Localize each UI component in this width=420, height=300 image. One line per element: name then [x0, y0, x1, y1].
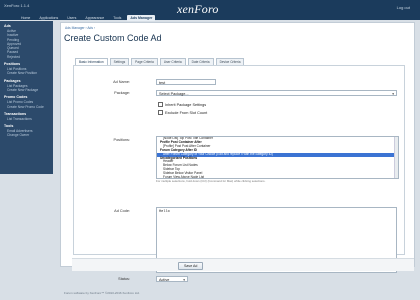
- status-select-value: Active: [159, 278, 170, 282]
- top-bar: XenForo 1.1.4 xenForo Log out Home Applic…: [0, 0, 420, 21]
- footer-copyright: Forum software by XenForo™ ©2010-2016 Xe…: [64, 291, 140, 295]
- nav-tab-ads-manager[interactable]: Ads Manager: [127, 15, 156, 21]
- sidebar-group: Transactions List Transactions: [0, 112, 53, 121]
- ad-name-label: Ad Name:: [113, 80, 130, 84]
- positions-listbox[interactable]: [Node List] Top Post Title Container Prof…: [156, 136, 399, 179]
- breadcrumb[interactable]: Ads Manager › Ads ›: [65, 26, 95, 30]
- sidebar-item[interactable]: Change Owner: [0, 133, 53, 137]
- sidebar-item[interactable]: Create New Position: [0, 71, 53, 75]
- page-title: Create Custom Code Ad: [64, 33, 162, 43]
- checkbox-icon[interactable]: [158, 102, 163, 107]
- status-label: Status:: [118, 277, 130, 281]
- save-ad-button[interactable]: Save Ad: [178, 262, 204, 270]
- sidebar-item[interactable]: Rejected: [0, 55, 53, 59]
- nav-tab-appearance[interactable]: Appearance: [82, 15, 107, 21]
- package-label: Package:: [114, 91, 130, 95]
- nav-tab-users[interactable]: Users: [64, 15, 79, 21]
- main-panel: Ads Manager › Ads › Create Custom Code A…: [60, 22, 415, 282]
- xenforo-logo: xenForo: [177, 2, 219, 16]
- save-bar: Save Ad: [72, 258, 414, 271]
- sidebar-group: Promo Codes List Promo Codes Create New Pr…: [0, 95, 53, 109]
- positions-hint: For multiple selections, hold down (Ctrl…: [156, 179, 266, 183]
- form-tab[interactable]: Settings: [109, 58, 130, 65]
- listbox-scrollbar[interactable]: [394, 137, 398, 178]
- exclude-slot-label: Exclude From Slot Count: [165, 110, 208, 115]
- ad-code-label: Ad Code:: [114, 209, 130, 213]
- checkbox-icon[interactable]: [158, 110, 163, 115]
- form-tab[interactable]: Basic Information: [75, 58, 108, 65]
- form-tab[interactable]: Device Criteria: [215, 58, 245, 65]
- sidebar-item[interactable]: Create New Promo Code: [0, 105, 53, 109]
- sidebar-group: Ads Active Inactive Pending Approved Queued Pa…: [0, 24, 53, 59]
- positions-label: Positions:: [113, 138, 130, 142]
- form-tabs: Basic Information Settings Page Criteria Us…: [75, 58, 245, 65]
- logout-link[interactable]: Log out: [397, 5, 410, 10]
- status-select[interactable]: Active ▾: [156, 276, 188, 282]
- package-select-value: Select Package...: [159, 92, 189, 96]
- version-label: XenForo 1.1.4: [4, 3, 30, 8]
- chevron-down-icon: ▾: [183, 278, 185, 282]
- nav-tab-tools[interactable]: Tools: [110, 15, 124, 21]
- form-tab[interactable]: Date Criteria: [187, 58, 214, 65]
- chevron-down-icon: ▾: [392, 92, 394, 96]
- sidebar-item[interactable]: Create New Package: [0, 88, 53, 92]
- inherit-package-checkbox[interactable]: Inherit Package Settings: [158, 102, 206, 107]
- inherit-package-label: Inherit Package Settings: [165, 102, 207, 107]
- form-tab[interactable]: User Criteria: [159, 58, 186, 65]
- exclude-slot-checkbox[interactable]: Exclude From Slot Count: [158, 110, 207, 115]
- ad-name-input[interactable]: test: [156, 79, 216, 85]
- sidebar: Ads Active Inactive Pending Approved Queued Pa…: [0, 21, 53, 174]
- sidebar-group: Positions List Positions Create New Positi…: [0, 62, 53, 76]
- form-tab[interactable]: Page Criteria: [131, 58, 158, 65]
- form-container: Ad Name: test Package: Select Package...…: [73, 65, 405, 282]
- sidebar-item[interactable]: List Transactions: [0, 117, 53, 121]
- sidebar-group: Packages List Packages Create New Package: [0, 79, 53, 93]
- package-select[interactable]: Select Package... ▾: [156, 90, 397, 96]
- sidebar-group: Tools Email Advertisers Change Owner: [0, 124, 53, 138]
